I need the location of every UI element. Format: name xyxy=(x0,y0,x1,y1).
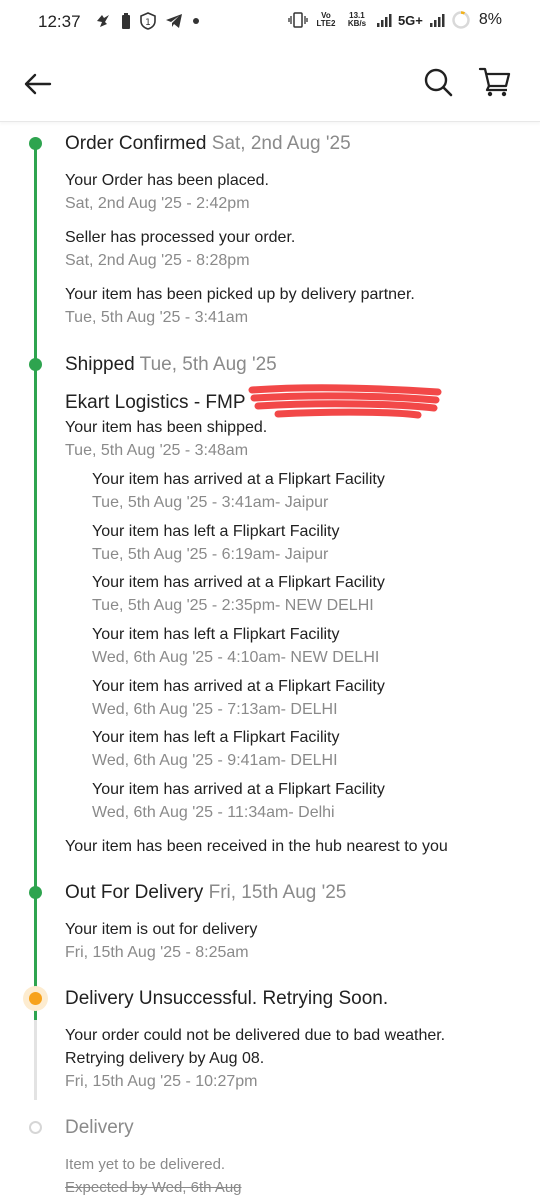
sub-event-time: Wed, 6th Aug '25 - 9:41am- DELHI xyxy=(92,752,338,769)
event-time: Tue, 5th Aug '25 - 3:48am xyxy=(65,442,249,459)
event-message: Your item has been picked up by delivery… xyxy=(65,286,415,303)
event-message: Your order could not be delivered due to… xyxy=(65,1027,446,1044)
search-icon xyxy=(424,68,453,97)
courier-name: Ekart Logistics - FMP xyxy=(65,392,246,413)
step-date: Fri, 15th Aug '25 xyxy=(208,882,347,903)
vibrate-icon xyxy=(288,12,308,28)
event-time: Fri, 15th Aug '25 - 10:27pm xyxy=(65,1073,258,1090)
telegram-icon xyxy=(166,14,182,28)
step-dot-confirmed xyxy=(29,137,42,150)
sub-event-time: Wed, 6th Aug '25 - 11:34am- Delhi xyxy=(92,804,335,821)
event-time: Sat, 2nd Aug '25 - 8:28pm xyxy=(65,252,250,269)
order-tracking-timeline: Order Confirmed Sat, 2nd Aug '25 Your Or… xyxy=(0,122,540,1200)
hub-received-message: Your item has been received in the hub n… xyxy=(65,838,448,855)
sub-event-time: Tue, 5th Aug '25 - 6:19am- Jaipur xyxy=(92,546,329,563)
step-date: Sat, 2nd Aug '25 xyxy=(211,133,351,154)
expected-delivery-date: Expected by Wed, 6th Aug xyxy=(65,1179,242,1196)
network-speed: 13.1 KB/s xyxy=(347,11,367,28)
system-status-icons: Vo LTE2 13.1 KB/s 5G+ 8% xyxy=(288,10,502,30)
search-button[interactable] xyxy=(422,66,454,98)
event-time: Sat, 2nd Aug '25 - 2:42pm xyxy=(65,195,250,212)
signal-strength-icon xyxy=(376,14,392,27)
event-message: Retrying delivery by Aug 08. xyxy=(65,1050,265,1067)
event-time: Tue, 5th Aug '25 - 3:41am xyxy=(65,309,249,326)
sub-event-time: Tue, 5th Aug '25 - 3:41am- Jaipur xyxy=(92,494,329,511)
svg-text:1: 1 xyxy=(145,18,151,28)
cart-icon xyxy=(478,67,511,97)
shield-icon: 1 xyxy=(140,12,156,30)
sub-event-time: Wed, 6th Aug '25 - 7:13am- DELHI xyxy=(92,701,338,718)
step-title-shipped: Shipped Tue, 5th Aug '25 xyxy=(65,354,277,376)
sub-event-message: Your item has arrived at a Flipkart Faci… xyxy=(92,781,385,798)
step-dot-unsuccessful xyxy=(29,992,42,1005)
app-notification-icon xyxy=(97,15,109,27)
step-dot-out-for-delivery xyxy=(29,886,42,899)
step-title-delivery: Delivery xyxy=(65,1117,134,1138)
more-notifications-dot-icon xyxy=(193,18,199,24)
signal-strength-2-icon xyxy=(429,14,445,27)
back-button[interactable] xyxy=(22,68,54,100)
delivery-pending-message: Item yet to be delivered. xyxy=(65,1156,226,1173)
sub-event-time: Tue, 5th Aug '25 - 2:35pm- NEW DELHI xyxy=(92,597,374,614)
network-type: 5G+ xyxy=(397,12,423,28)
event-message: Your item has been shipped. xyxy=(65,419,268,436)
event-time: Fri, 15th Aug '25 - 8:25am xyxy=(65,944,249,961)
event-message: Your Order has been placed. xyxy=(65,172,269,189)
sub-event-message: Your item has left a Flipkart Facility xyxy=(92,626,340,643)
battery-ring-icon xyxy=(452,11,470,29)
step-title-text: Shipped xyxy=(65,354,135,375)
sub-event-message: Your item has arrived at a Flipkart Faci… xyxy=(92,678,385,695)
step-title-text: Out For Delivery xyxy=(65,882,204,903)
redaction-scribble xyxy=(248,384,442,419)
volte-indicator: Vo LTE2 xyxy=(316,11,336,28)
status-bar: 12:37 1 Vo LTE2 13.1 KB/s 5G+ 8% xyxy=(0,0,540,44)
sub-event-message: Your item has arrived at a Flipkart Faci… xyxy=(92,471,385,488)
timeline-pending-line xyxy=(34,1020,37,1100)
step-title-confirmed: Order Confirmed Sat, 2nd Aug '25 xyxy=(65,133,351,155)
sub-event-message: Your item has left a Flipkart Facility xyxy=(92,729,340,746)
event-message: Seller has processed your order. xyxy=(65,229,296,246)
step-title-text: Order Confirmed xyxy=(65,133,207,154)
step-title-unsuccessful: Delivery Unsuccessful. Retrying Soon. xyxy=(65,988,389,1009)
sub-event-message: Your item has left a Flipkart Facility xyxy=(92,523,340,540)
battery-level: 8% xyxy=(478,11,502,28)
sub-event-message: Your item has arrived at a Flipkart Faci… xyxy=(92,574,385,591)
step-date: Tue, 5th Aug '25 xyxy=(139,354,277,375)
step-title-out-for-delivery: Out For Delivery Fri, 15th Aug '25 xyxy=(65,882,346,904)
notification-icons: 1 xyxy=(94,12,200,30)
sub-event-time: Wed, 6th Aug '25 - 4:10am- NEW DELHI xyxy=(92,649,380,666)
battery-saver-icon xyxy=(122,13,130,29)
status-time: 12:37 xyxy=(38,12,81,31)
app-header xyxy=(0,44,540,122)
arrow-left-icon xyxy=(24,73,52,95)
cart-button[interactable] xyxy=(478,66,512,98)
step-dot-shipped xyxy=(29,358,42,371)
event-message: Your item is out for delivery xyxy=(65,921,258,938)
step-dot-delivery xyxy=(29,1121,42,1134)
